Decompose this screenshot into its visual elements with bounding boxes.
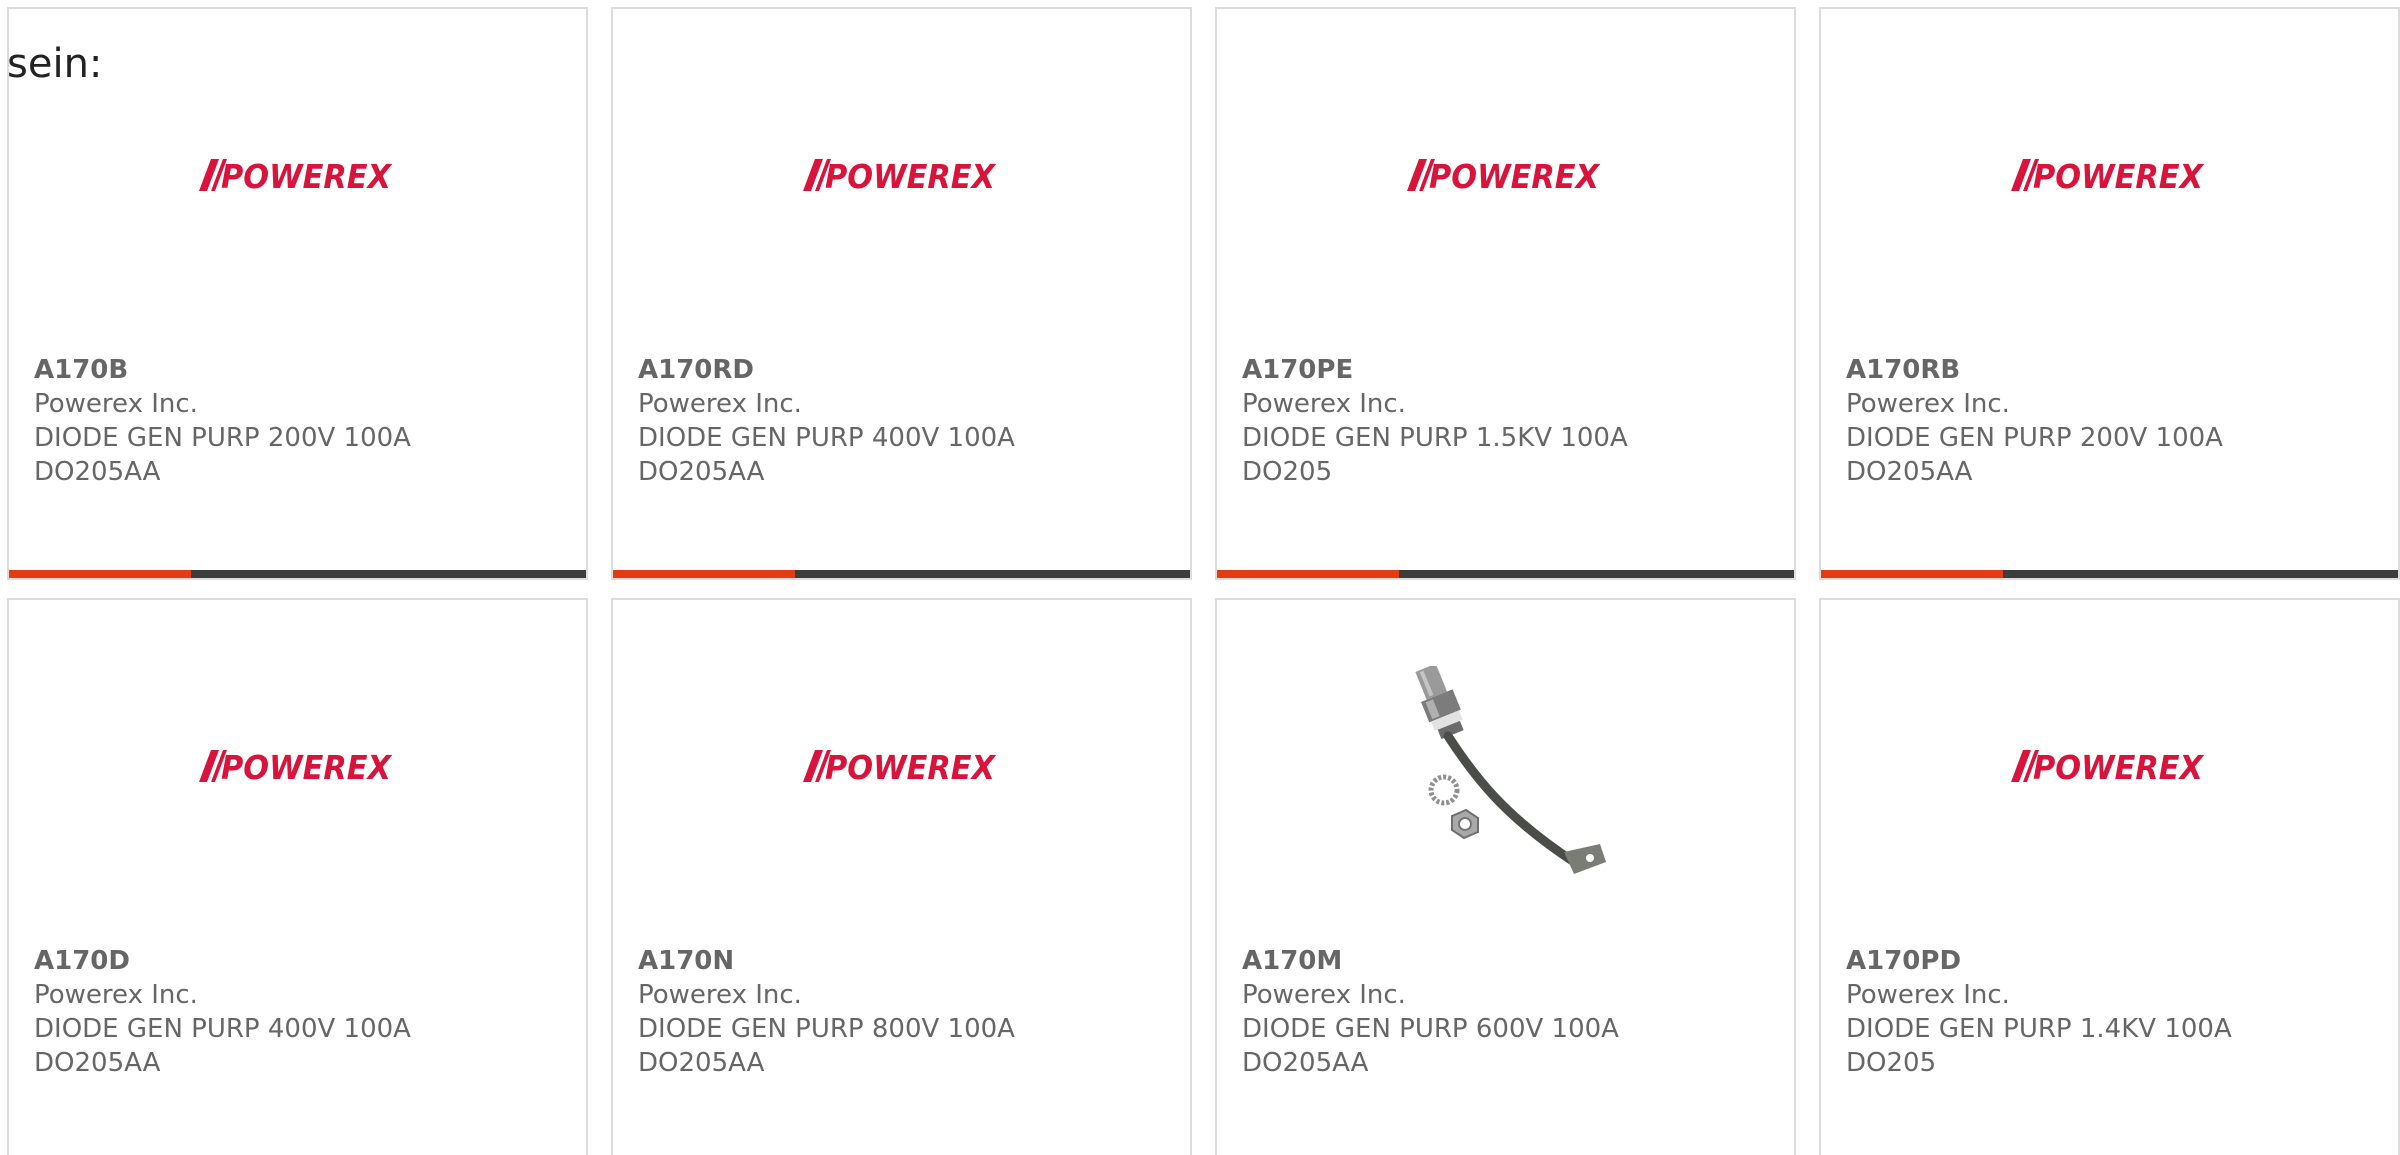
package-type: DO205AA [1242,1048,1369,1078]
product-description: DIODE GEN PURP 200V 100A [1846,423,2223,453]
manufacturer-name: Powerex Inc. [1846,980,2010,1010]
product-info: A170RB Powerex Inc. DIODE GEN PURP 200V … [1846,353,2386,489]
card-accent-bar [613,570,795,578]
part-number-link[interactable]: A170PE [1242,353,1782,387]
intro-text: sein: [7,41,103,87]
part-number-link[interactable]: A170D [34,944,574,978]
part-number-link[interactable]: A170PD [1846,944,2386,978]
card-accent-bar [1821,570,2003,578]
svg-text:POWEREX: POWEREX [221,748,392,784]
product-image-area[interactable]: POWEREX [1217,9,1794,354]
product-info: A170PD Powerex Inc. DIODE GEN PURP 1.4KV… [1846,944,2386,1080]
manufacturer-name: Powerex Inc. [638,980,802,1010]
product-card[interactable]: POWEREX A170B Powerex Inc. DIODE GEN PUR… [7,7,588,580]
product-info: A170PE Powerex Inc. DIODE GEN PURP 1.5KV… [1242,353,1782,489]
powerex-logo-icon: POWEREX [1407,157,1600,193]
product-image-area[interactable]: POWEREX [613,600,1190,945]
stud-diode-photo-icon [1404,666,1608,874]
product-info: A170B Powerex Inc. DIODE GEN PURP 200V 1… [34,353,574,489]
product-grid: POWEREX A170B Powerex Inc. DIODE GEN PUR… [0,0,2400,1155]
package-type: DO205AA [34,1048,161,1078]
package-type: DO205 [1846,1048,1937,1078]
product-image-area[interactable]: POWEREX [9,600,586,945]
card-accent-bar [1217,570,1399,578]
powerex-logo-icon: POWEREX [199,748,392,784]
product-card[interactable]: POWEREX A170PE Powerex Inc. DIODE GEN PU… [1215,7,1796,580]
part-number-link[interactable]: A170N [638,944,1178,978]
svg-text:POWEREX: POWEREX [825,157,996,193]
part-number-link[interactable]: A170M [1242,944,1782,978]
svg-text:POWEREX: POWEREX [221,157,392,193]
manufacturer-name: Powerex Inc. [1242,389,1406,419]
powerex-logo-icon: POWEREX [2011,157,2204,193]
product-card[interactable]: POWEREX A170RB Powerex Inc. DIODE GEN PU… [1819,7,2400,580]
card-footer-bar [9,570,586,578]
package-type: DO205AA [638,457,765,487]
package-type: DO205AA [638,1048,765,1078]
product-description: DIODE GEN PURP 400V 100A [34,1014,411,1044]
card-footer-bar [1217,570,1794,578]
card-footer-bar [1821,570,2398,578]
product-card[interactable]: POWEREX A170RD Powerex Inc. DIODE GEN PU… [611,7,1192,580]
part-number-link[interactable]: A170RD [638,353,1178,387]
product-card[interactable]: A170M Powerex Inc. DIODE GEN PURP 600V 1… [1215,598,1796,1155]
manufacturer-name: Powerex Inc. [1242,980,1406,1010]
manufacturer-name: Powerex Inc. [34,980,198,1010]
svg-text:POWEREX: POWEREX [2033,157,2204,193]
card-footer-bar [613,570,1190,578]
svg-text:POWEREX: POWEREX [2033,748,2204,784]
manufacturer-name: Powerex Inc. [1846,389,2010,419]
product-image-area[interactable]: POWEREX [1821,9,2398,354]
powerex-logo-icon: POWEREX [2011,748,2204,784]
product-info: A170RD Powerex Inc. DIODE GEN PURP 400V … [638,353,1178,489]
card-accent-bar [9,570,191,578]
product-description: DIODE GEN PURP 400V 100A [638,423,1015,453]
package-type: DO205AA [34,457,161,487]
product-description: DIODE GEN PURP 200V 100A [34,423,411,453]
product-info: A170N Powerex Inc. DIODE GEN PURP 800V 1… [638,944,1178,1080]
product-image-area[interactable]: POWEREX [1821,600,2398,945]
product-card[interactable]: POWEREX A170PD Powerex Inc. DIODE GEN PU… [1819,598,2400,1155]
part-number-link[interactable]: A170RB [1846,353,2386,387]
product-description: DIODE GEN PURP 1.4KV 100A [1846,1014,2232,1044]
product-card[interactable]: POWEREX A170N Powerex Inc. DIODE GEN PUR… [611,598,1192,1155]
manufacturer-name: Powerex Inc. [638,389,802,419]
powerex-logo-icon: POWEREX [803,748,996,784]
powerex-logo-icon: POWEREX [199,157,392,193]
product-card[interactable]: POWEREX A170D Powerex Inc. DIODE GEN PUR… [7,598,588,1155]
product-description: DIODE GEN PURP 1.5KV 100A [1242,423,1628,453]
svg-text:POWEREX: POWEREX [1429,157,1600,193]
product-info: A170D Powerex Inc. DIODE GEN PURP 400V 1… [34,944,574,1080]
product-description: DIODE GEN PURP 800V 100A [638,1014,1015,1044]
manufacturer-name: Powerex Inc. [34,389,198,419]
product-info: A170M Powerex Inc. DIODE GEN PURP 600V 1… [1242,944,1782,1080]
part-number-link[interactable]: A170B [34,353,574,387]
product-description: DIODE GEN PURP 600V 100A [1242,1014,1619,1044]
powerex-logo-icon: POWEREX [803,157,996,193]
svg-text:POWEREX: POWEREX [825,748,996,784]
product-image-area[interactable] [1217,600,1794,945]
package-type: DO205 [1242,457,1333,487]
package-type: DO205AA [1846,457,1973,487]
product-image-area[interactable]: POWEREX [613,9,1190,354]
